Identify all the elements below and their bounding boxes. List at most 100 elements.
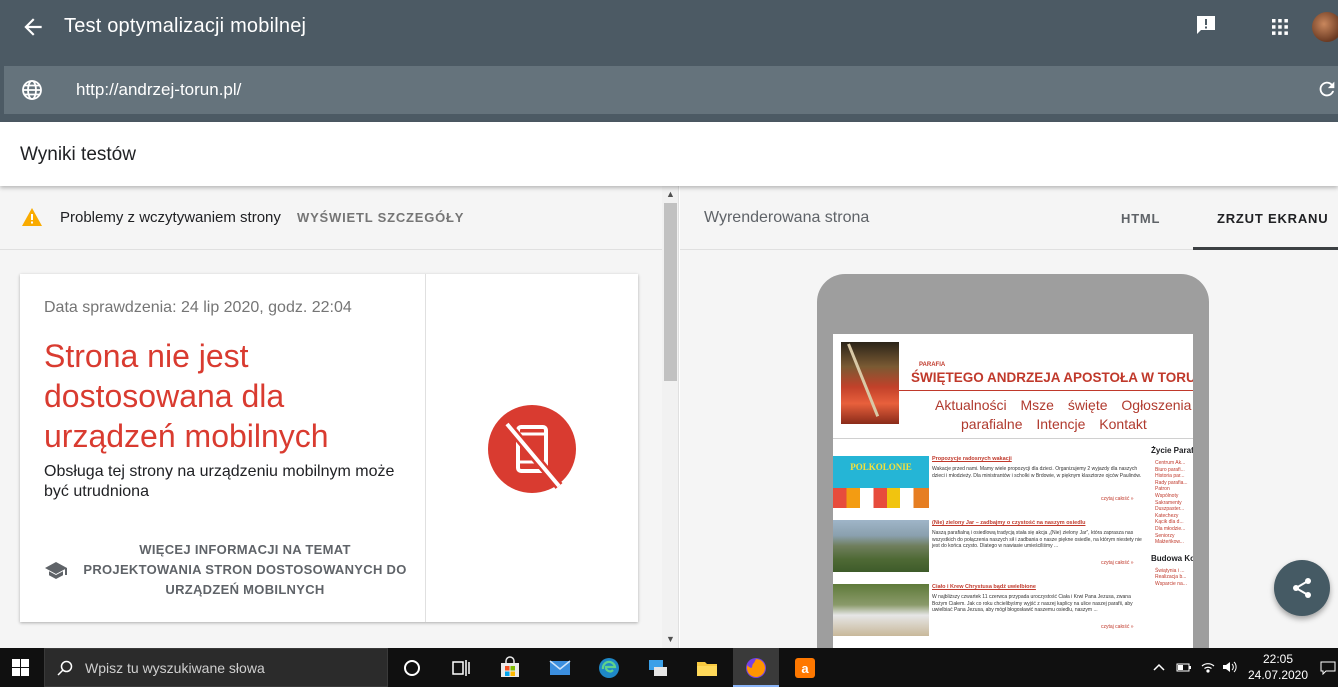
- tray-chevron-icon[interactable]: [1153, 661, 1165, 675]
- mail-icon[interactable]: [548, 656, 572, 680]
- post-read-more: czytaj całość »: [1101, 560, 1134, 566]
- post-thumbnail: [833, 584, 929, 636]
- post-read-more: czytaj całość »: [1101, 496, 1134, 502]
- sidebar-link: Seniorzy: [1155, 532, 1175, 539]
- windows-taskbar: Wpisz tu wyszukiwane słowa a 22:05 24.07: [0, 648, 1338, 687]
- clock-date: 24.07.2020: [1247, 668, 1309, 682]
- sidebar-link: Kącik dla d...: [1155, 519, 1184, 526]
- globe-icon: [20, 78, 44, 102]
- post-title: Ciało i Krew Chrystusa bądź uwielbione: [932, 584, 1036, 590]
- result-card: Data sprawdzenia: 24 lip 2020, godz. 22:…: [20, 274, 638, 622]
- sidebar-heading: Życie Parafii: [1151, 446, 1193, 455]
- preview-pane: Wyrenderowana strona HTML ZRZUT EKRANU P…: [680, 186, 1338, 648]
- sidebar-heading: Budowa Ko...: [1151, 553, 1193, 563]
- sidebar-link: Centrum Ak...: [1155, 460, 1186, 466]
- file-explorer-icon[interactable]: [695, 656, 719, 680]
- site-post: POLKOLONIE Propozycje radosnych wakacji …: [833, 456, 1143, 512]
- app-bar: Test optymalizacji mobilnej http://andrz…: [0, 0, 1338, 122]
- scrollbar-thumb[interactable]: [664, 203, 677, 381]
- show-details-link[interactable]: WYŚWIETL SZCZEGÓŁY: [297, 210, 464, 225]
- left-scrollbar[interactable]: ▲ ▼: [662, 186, 678, 648]
- warning-icon: [21, 207, 43, 227]
- site-nav-line2: parafialne Intencje Kontakt: [961, 416, 1147, 432]
- sidebar-link: Rady parafia...: [1155, 479, 1188, 486]
- verdict-description: Obsługa tej strony na urządzeniu mobilny…: [44, 463, 395, 500]
- site-parish-name: ŚWIĘTEGO ANDRZEJA APOSTOŁA W TORUNIU: [911, 370, 1193, 385]
- taskbar-search[interactable]: Wpisz tu wyszukiwane słowa: [44, 648, 388, 687]
- apps-grid-icon[interactable]: [1270, 17, 1290, 37]
- scroll-up-icon[interactable]: ▲: [665, 189, 676, 200]
- post-thumbnail: POLKOLONIE: [833, 456, 929, 508]
- edge-icon[interactable]: [597, 656, 621, 680]
- cortana-icon[interactable]: [400, 656, 424, 680]
- site-header: PARAFIA ŚWIĘTEGO ANDRZEJA APOSTOŁA W TOR…: [833, 334, 1193, 442]
- sidebar-link: Wsparcie na...: [1155, 580, 1187, 587]
- sidebar-link: Realizacja b...: [1155, 574, 1187, 581]
- site-post: Ciało i Krew Chrystusa bądź uwielbione W…: [833, 584, 1143, 640]
- loading-issues-row: Problemy z wczytywaniem strony WYŚWIETL …: [0, 186, 662, 250]
- post-body: Naszą parafialną i osiedlową tradycją st…: [932, 530, 1142, 549]
- saint-image: [841, 342, 899, 424]
- sidebar-link: Katechezy: [1155, 512, 1179, 519]
- scroll-down-icon[interactable]: ▼: [665, 634, 676, 645]
- phone-frame: PARAFIA ŚWIĘTEGO ANDRZEJA APOSTOŁA W TOR…: [817, 274, 1209, 648]
- sidebar-link: Biuro parafi...: [1155, 466, 1185, 473]
- post-read-more: czytaj całość »: [1101, 624, 1134, 630]
- firefox-icon[interactable]: [744, 656, 768, 680]
- back-arrow-icon[interactable]: [20, 14, 46, 40]
- share-icon: [1293, 578, 1311, 598]
- system-clock[interactable]: 22:05 24.07.2020: [1247, 651, 1309, 683]
- search-icon: [57, 660, 73, 676]
- reload-icon[interactable]: [1316, 78, 1338, 100]
- learn-more-link[interactable]: WIĘCEJ INFORMACJI NA TEMAT PROJEKTOWANIA…: [80, 540, 410, 600]
- site-nav-line1: Aktualności Msze święte Ogłoszenia: [935, 397, 1192, 413]
- sidebar-link: Duszpaster...: [1155, 506, 1185, 513]
- sidebar-link: Świątynia i ...: [1155, 567, 1185, 574]
- avatar[interactable]: [1312, 12, 1338, 42]
- results-header: Wyniki testów: [0, 122, 1338, 186]
- sidebar-link: Sakramenty: [1155, 499, 1182, 506]
- avast-icon[interactable]: a: [793, 656, 817, 680]
- wifi-icon[interactable]: [1200, 661, 1216, 676]
- graduation-cap-icon: [44, 560, 68, 580]
- results-pane: Problemy z wczytywaniem strony WYŚWIETL …: [0, 186, 679, 648]
- battery-icon[interactable]: [1176, 661, 1192, 676]
- check-date: Data sprawdzenia: 24 lip 2020, godz. 22:…: [44, 299, 352, 316]
- windows-start-icon[interactable]: [12, 659, 29, 676]
- not-mobile-friendly-icon: [487, 404, 577, 494]
- task-view-icon[interactable]: [449, 656, 473, 680]
- volume-icon[interactable]: [1222, 661, 1238, 676]
- clock-time: 22:05: [1262, 652, 1294, 666]
- svg-text:a: a: [801, 661, 809, 676]
- page-title: Test optymalizacji mobilnej: [64, 15, 307, 37]
- sidebar-link: Patron: [1155, 486, 1170, 493]
- tab-html[interactable]: HTML: [1121, 211, 1160, 226]
- share-button[interactable]: [1274, 560, 1330, 616]
- card-divider: [425, 274, 426, 622]
- notifications-icon[interactable]: [1320, 661, 1336, 678]
- rendered-screenshot: PARAFIA ŚWIĘTEGO ANDRZEJA APOSTOŁA W TOR…: [833, 334, 1193, 648]
- tab-screenshot[interactable]: ZRZUT EKRANU: [1217, 211, 1328, 226]
- post-title: Propozycje radosnych wakacji: [932, 456, 1012, 462]
- feedback-icon[interactable]: [1195, 15, 1217, 35]
- network-app-icon[interactable]: [646, 656, 670, 680]
- url-bar[interactable]: http://andrzej-torun.pl/: [4, 66, 1338, 114]
- post-thumbnail: [833, 520, 929, 572]
- sidebar-link: Wspólnoty: [1155, 492, 1179, 499]
- verdict-heading: Strona nie jest dostosowana dla urządzeń…: [44, 338, 329, 454]
- sidebar-link: Historia par...: [1155, 473, 1185, 480]
- site-sidebar: Życie Parafii Centrum Ak... Biuro parafi…: [1151, 446, 1193, 648]
- sidebar-link: Dla młodzie...: [1155, 525, 1186, 532]
- site-post: (Nie) zielony Jar – zadbajmy o czystość …: [833, 520, 1143, 576]
- results-heading: Wyniki testów: [20, 144, 136, 165]
- warning-text: Problemy z wczytywaniem strony: [60, 209, 281, 226]
- post-thumbnail-text: POLKOLONIE: [850, 462, 912, 472]
- store-icon[interactable]: [498, 656, 522, 680]
- preview-tabs: Wyrenderowana strona HTML ZRZUT EKRANU: [680, 186, 1338, 250]
- url-input[interactable]: http://andrzej-torun.pl/: [76, 80, 241, 100]
- post-body: W najbliższy czwartek 11 czerwca przypad…: [932, 594, 1133, 613]
- post-body: Wakacje przed nami. Mamy wiele propozycj…: [932, 466, 1142, 479]
- post-title: (Nie) zielony Jar – zadbajmy o czystość …: [932, 520, 1086, 526]
- rendered-page-label: Wyrenderowana strona: [704, 209, 870, 226]
- sidebar-link: Małżeńkow...: [1155, 539, 1184, 546]
